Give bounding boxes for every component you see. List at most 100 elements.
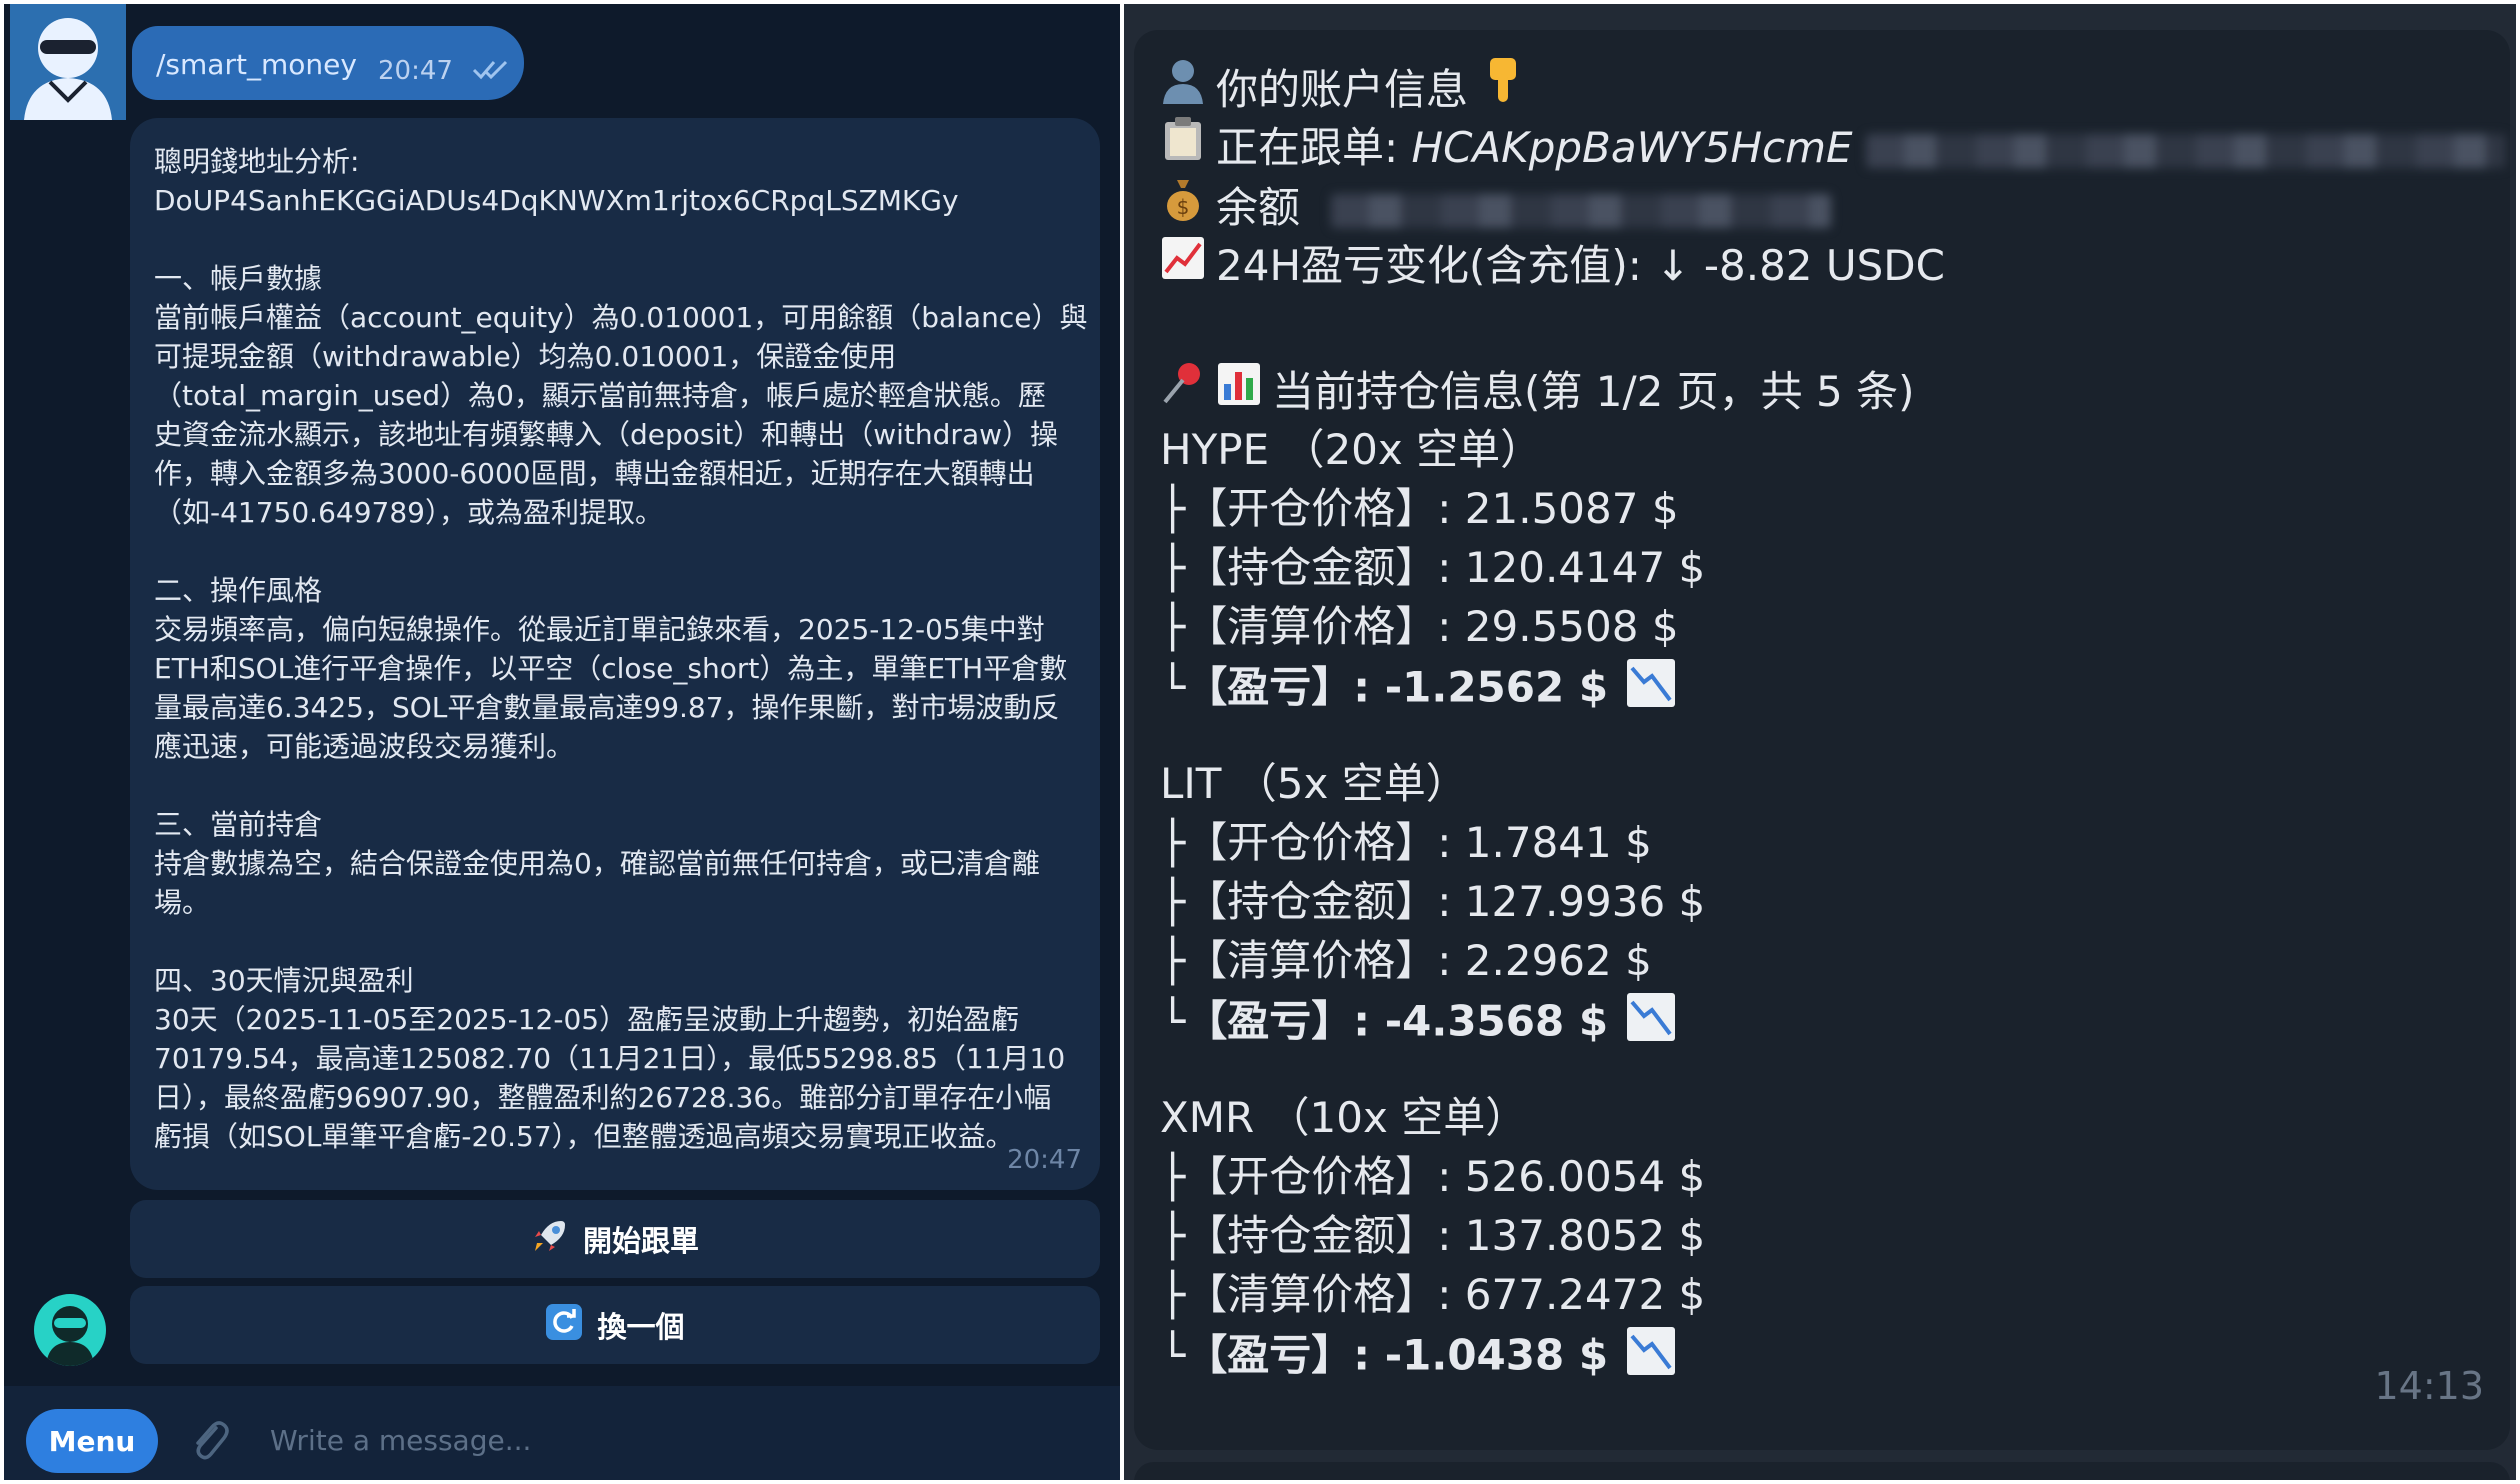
analysis-line: ETH和SOL進行平倉操作，以平空（close_short）為主，單筆ETH平倉… <box>154 652 1068 685</box>
position-header-text: HYPE （20x 空单） <box>1160 425 1543 474</box>
liquidation-price-text: ├【清算价格】: 2.2962 $ <box>1160 936 1652 985</box>
pnl-change-row: 24H盈亏变化(含充值): ↓ -8.82 USDC <box>1160 236 1945 294</box>
analysis-line: 可提現金額（withdrawable）均為0.010001，保證金使用 <box>154 340 897 373</box>
balance-row: $ 余额 <box>1160 176 1832 236</box>
analysis-line: 70179.54，最高達125082.70（11月21日），最低55298.85… <box>154 1042 1066 1075</box>
account-title: 你的账户信息 <box>1216 65 1469 114</box>
open-price: ├【开仓价格】: 526.0054 $ <box>1160 1149 1705 1205</box>
next-message-edge <box>1134 1462 2510 1480</box>
analysis-line: （total_margin_used）為0，顯示當前無持倉，帳戶處於輕倉狀態。歷 <box>154 379 1046 412</box>
paperclip-icon[interactable] <box>186 1416 230 1468</box>
analysis-paragraph: 一、帳戶數據當前帳戶權益（account_equity）為0.010001，可用… <box>154 259 1088 532</box>
start-copy-button[interactable]: 開始跟單 <box>130 1200 1100 1278</box>
analysis-line: 史資金流水顯示，該地址有頻繁轉入（deposit）和轉出（withdraw）操 <box>154 418 1059 451</box>
pnl-change-text: 24H盈亏变化(含充值): ↓ -8.82 USDC <box>1216 241 1945 290</box>
analysis-paragraph: 二、操作風格交易頻率高，偏向短線操作。從最近訂單記錄來看，2025-12-05集… <box>154 571 1084 766</box>
clipboard-icon <box>1160 116 1206 176</box>
message-time: 20:47 <box>1007 1145 1082 1175</box>
positions-header: 当前持仓信息(第 1/2 页，共 5 条) <box>1272 367 1915 416</box>
bar-chart-icon <box>1216 362 1262 420</box>
position-pnl-text: └【盈亏】: -4.3568 $ <box>1160 996 1609 1046</box>
liquidation-price: ├【清算价格】: 2.2962 $ <box>1160 933 1652 989</box>
liquidation-price: ├【清算价格】: 677.2472 $ <box>1160 1267 1705 1323</box>
switch-one-button[interactable]: 換一個 <box>130 1286 1100 1364</box>
analysis-line: 日），最終盈虧96907.90，整體盈利約26728.36。雖部分訂單存在小幅 <box>154 1081 1052 1114</box>
wallet-address[interactable]: DoUP4SanhEKGGiADUs4DqKNWXm1rjtox6CRpqLSZ… <box>154 181 1084 220</box>
account-info-message: 你的账户信息 正在跟单: HCAKppBaWY5HcmE $ 余额 24H盈亏变… <box>1134 30 2510 1450</box>
position-header: HYPE （20x 空单） <box>1160 422 1542 478</box>
command-text[interactable]: /smart_money <box>156 48 357 81</box>
analysis-line: 一、帳戶數據 <box>154 262 323 295</box>
analysis-line: 聰明錢地址分析: <box>154 145 360 178</box>
position-header: LIT （5x 空单） <box>1160 756 1468 812</box>
command-message[interactable]: /smart_money 20:47 <box>132 26 524 100</box>
position-amount-text: ├【持仓金额】: 120.4147 $ <box>1160 543 1706 592</box>
pushpin-icon <box>1160 360 1206 420</box>
chart-down-icon <box>1626 658 1676 722</box>
position-pnl-text: └【盈亏】: -1.0438 $ <box>1160 1330 1609 1380</box>
analysis-paragraph: 四、30天情況與盈利 30天（2025-11-05至2025-12-05）盈虧呈波… <box>154 961 1084 1156</box>
following-label: 正在跟单: <box>1216 123 1399 172</box>
open-price: ├【开仓价格】: 1.7841 $ <box>1160 815 1652 871</box>
message-time: 20:47 <box>378 56 453 86</box>
start-copy-label: 開始跟單 <box>582 1224 699 1258</box>
account-title-row: 你的账户信息 <box>1160 56 1537 118</box>
position-amount-text: ├【持仓金额】: 127.9936 $ <box>1160 877 1706 926</box>
rocket-icon <box>531 1217 569 1262</box>
open-price-text: ├【开仓价格】: 526.0054 $ <box>1160 1152 1706 1201</box>
chart-down-icon <box>1626 992 1676 1056</box>
double-check-icon <box>472 54 512 87</box>
positions-header-row: 当前持仓信息(第 1/2 页，共 5 条) <box>1160 360 1915 420</box>
analysis-line: 場。 <box>154 886 211 919</box>
redacted-address <box>1865 133 2506 168</box>
analysis-line: 量最高達6.3425，SOL平倉數量最高達99.87，操作果斷，對市場波動反 <box>154 691 1060 724</box>
analysis-line: 交易頻率高，偏向短線操作。從最近訂單記錄來看，2025-12-05集中對 <box>154 613 1045 646</box>
bot-avatar[interactable] <box>34 1294 106 1366</box>
message-composer: Menu <box>4 1386 1120 1480</box>
open-price-text: ├【开仓价格】: 1.7841 $ <box>1160 818 1652 867</box>
liquidation-price-text: ├【清算价格】: 677.2472 $ <box>1160 1270 1706 1319</box>
analysis-line: 四、30天情況與盈利 <box>154 964 414 997</box>
following-address[interactable]: HCAKppBaWY5HcmE <box>1412 123 1853 172</box>
analysis-line: 應迅速，可能透過波段交易獲利。 <box>154 730 575 763</box>
chart-up-icon <box>1160 236 1206 294</box>
pointing-down-icon <box>1481 56 1527 118</box>
redacted-balance <box>1331 193 1832 228</box>
money-bag-icon: $ <box>1160 176 1206 236</box>
message-input[interactable] <box>268 1416 1092 1464</box>
position-header-text: XMR （10x 空单） <box>1160 1093 1528 1142</box>
balance-label: 余额 <box>1216 183 1301 232</box>
chart-down-icon <box>1626 1326 1676 1390</box>
analysis-line: 虧損（如SOL單筆平倉虧-20.57），但整體透過高頻交易實現正收益。 <box>154 1120 1014 1153</box>
position-amount: ├【持仓金额】: 127.9936 $ <box>1160 874 1705 930</box>
open-price: ├【开仓价格】: 21.5087 $ <box>1160 481 1679 537</box>
analysis-message: 聰明錢地址分析: DoUP4SanhEKGGiADUs4DqKNWXm1rjtox… <box>130 118 1100 1190</box>
analysis-line: 30天（2025-11-05至2025-12-05）盈虧呈波動上升趨勢，初始盈虧 <box>154 1003 1020 1036</box>
right-chat-panel: 你的账户信息 正在跟单: HCAKppBaWY5HcmE $ 余额 24H盈亏变… <box>1124 4 2516 1480</box>
position-header: XMR （10x 空单） <box>1160 1090 1527 1146</box>
position-header-text: LIT （5x 空单） <box>1160 759 1468 808</box>
analysis-line: 當前帳戶權益（account_equity）為0.010001，可用餘額（bal… <box>154 301 1088 334</box>
svg-text:$: $ <box>1177 195 1190 219</box>
user-avatar[interactable] <box>10 4 126 120</box>
switch-one-label: 換一個 <box>597 1310 685 1344</box>
analysis-text: 聰明錢地址分析: DoUP4SanhEKGGiADUs4DqKNWXm1rjtox… <box>154 142 1088 1195</box>
analysis-line: （如-41750.649789），或為盈利提取。 <box>154 496 663 529</box>
position-amount-text: ├【持仓金额】: 137.8052 $ <box>1160 1211 1706 1260</box>
left-chat-panel: /smart_money 20:47 聰明錢地址分析: DoUP4SanhEKGG… <box>4 4 1120 1480</box>
menu-button[interactable]: Menu <box>26 1409 158 1473</box>
refresh-icon <box>545 1303 583 1348</box>
analysis-line: 三、當前持倉 <box>154 808 323 841</box>
analysis-line: 二、操作風格 <box>154 574 323 607</box>
position-pnl-text: └【盈亏】: -1.2562 $ <box>1160 662 1609 712</box>
liquidation-price: ├【清算价格】: 29.5508 $ <box>1160 599 1679 655</box>
following-row: 正在跟单: HCAKppBaWY5HcmE <box>1160 116 2506 176</box>
position-pnl: └【盈亏】: -1.0438 $ <box>1160 1326 1676 1390</box>
message-time: 14:13 <box>2374 1364 2484 1408</box>
position-amount: ├【持仓金额】: 120.4147 $ <box>1160 540 1705 596</box>
position-pnl: └【盈亏】: -4.3568 $ <box>1160 992 1676 1056</box>
analysis-paragraph: 三、當前持倉持倉數據為空，結合保證金使用為0，確認當前無任何持倉，或已清倉離 場。 <box>154 805 1084 922</box>
analysis-line: 作，轉入金額多為3000-6000區間，轉出金額相近，近期存在大額轉出 <box>154 457 1035 490</box>
analysis-line: 持倉數據為空，結合保證金使用為0，確認當前無任何持倉，或已清倉離 <box>154 847 1040 880</box>
open-price-text: ├【开仓价格】: 21.5087 $ <box>1160 484 1679 533</box>
